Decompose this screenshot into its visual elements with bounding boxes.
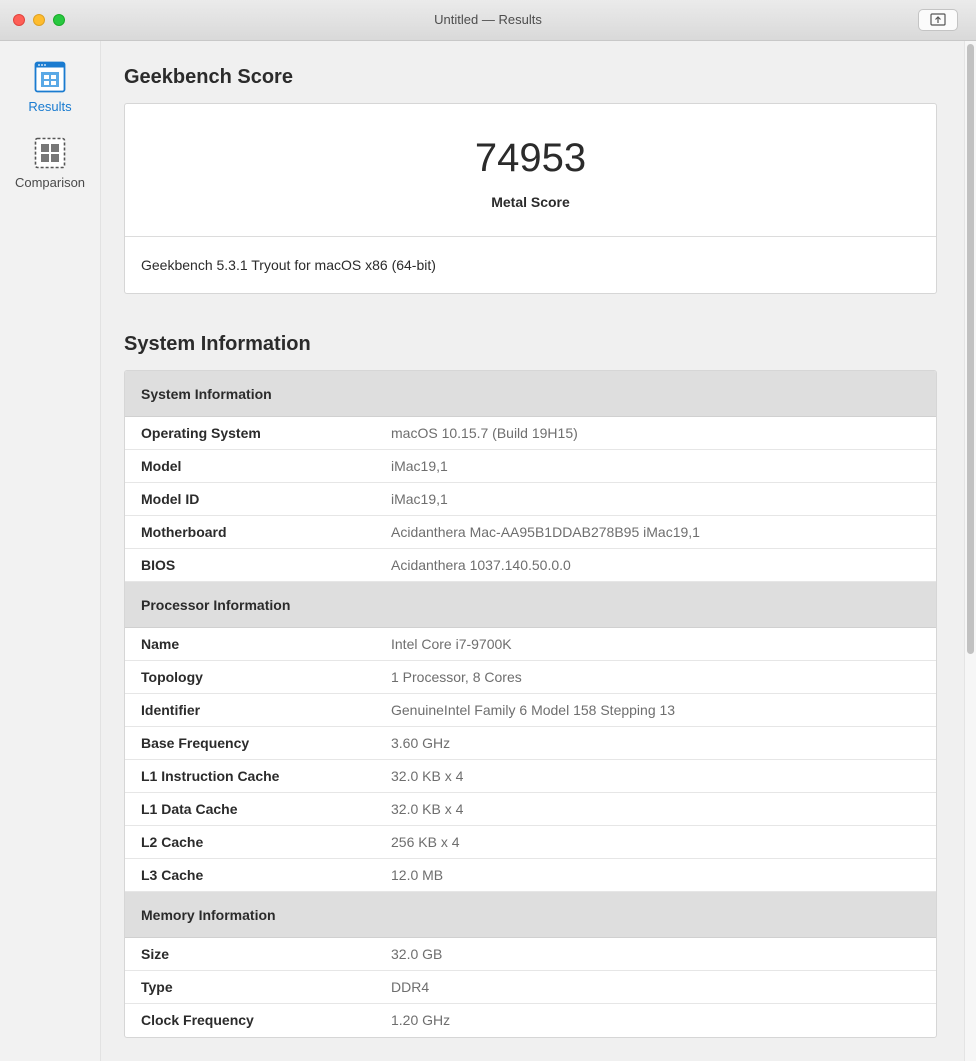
table-row: Clock Frequency 1.20 GHz [125, 1004, 936, 1037]
vertical-scrollbar[interactable] [964, 41, 976, 1061]
row-key: Clock Frequency [141, 1012, 254, 1028]
title-bar[interactable]: Untitled — Results [0, 0, 976, 41]
row-value: macOS 10.15.7 (Build 19H15) [391, 425, 578, 441]
system-information-table: System Information Operating System macOS … [124, 370, 937, 1038]
geekbench-version: Geekbench 5.3.1 Tryout for macOS x86 (64… [141, 257, 436, 273]
row-value: 3.60 GHz [391, 735, 451, 751]
app-window: Untitled — Results Results Comparison Ge… [0, 0, 976, 1061]
row-key: L2 Cache [141, 834, 204, 850]
row-key: Size [141, 946, 170, 962]
table-row: Operating System macOS 10.15.7 (Build 19H… [125, 417, 936, 450]
row-value: Intel Core i7-9700K [391, 636, 512, 652]
row-key: Operating System [141, 425, 261, 441]
row-key: Base Frequency [141, 735, 250, 751]
share-icon [930, 13, 946, 26]
row-value: 1.20 GHz [391, 1012, 451, 1028]
row-key: Motherboard [141, 524, 227, 540]
row-key: Name [141, 636, 180, 652]
sidebar-item-comparison-label: Comparison [14, 175, 86, 190]
row-value: 32.0 GB [391, 946, 443, 962]
table-row: Topology 1 Processor, 8 Cores [125, 661, 936, 694]
score-divider [125, 236, 936, 237]
window-title: Untitled — Results [434, 12, 542, 27]
row-value: 256 KB x 4 [391, 834, 460, 850]
group-header: System Information [125, 371, 936, 417]
row-value: 32.0 KB x 4 [391, 768, 464, 784]
geekbench-score-heading: Geekbench Score [124, 66, 293, 88]
row-value: 32.0 KB x 4 [391, 801, 464, 817]
sidebar-item-results[interactable]: Results [0, 61, 100, 114]
table-row: L1 Data Cache 32.0 KB x 4 [125, 793, 936, 826]
table-row: Model iMac19,1 [125, 450, 936, 483]
share-button[interactable] [918, 9, 958, 31]
table-row: Identifier GenuineIntel Family 6 Model 15… [125, 694, 936, 727]
row-key: L1 Instruction Cache [141, 768, 280, 784]
table-row: Size 32.0 GB [125, 938, 936, 971]
row-key: Model ID [141, 491, 200, 507]
sidebar-item-results-label: Results [28, 99, 72, 114]
table-row: L3 Cache 12.0 MB [125, 859, 936, 892]
row-key: L3 Cache [141, 867, 204, 883]
row-key: BIOS [141, 557, 176, 573]
row-value: iMac19,1 [391, 491, 448, 507]
results-content: Geekbench Score 74953 Metal Score Geekbe… [101, 41, 964, 1061]
row-key: L1 Data Cache [141, 801, 238, 817]
row-value: 1 Processor, 8 Cores [391, 669, 522, 685]
row-key: Type [141, 979, 173, 995]
metal-score-value: 74953 [474, 136, 587, 180]
row-value: Acidanthera Mac-AA95B1DDAB278B95 iMac19,… [391, 524, 700, 540]
system-information-heading: System Information [124, 333, 311, 355]
sidebar-item-comparison[interactable]: Comparison [0, 137, 100, 190]
row-value: GenuineIntel Family 6 Model 158 Stepping… [391, 702, 676, 718]
table-row: Base Frequency 3.60 GHz [125, 727, 936, 760]
group-header: Processor Information [125, 582, 936, 628]
comparison-icon [34, 137, 66, 169]
row-value: Acidanthera 1037.140.50.0.0 [391, 557, 571, 573]
score-card: 74953 Metal Score Geekbench 5.3.1 Tryout… [124, 103, 937, 294]
table-row: Motherboard Acidanthera Mac-AA95B1DDAB278… [125, 516, 936, 549]
group-header: Memory Information [125, 892, 936, 938]
table-row: Name Intel Core i7-9700K [125, 628, 936, 661]
row-value: DDR4 [391, 979, 430, 995]
row-value: 12.0 MB [391, 867, 444, 883]
row-value: iMac19,1 [391, 458, 448, 474]
table-row: Model ID iMac19,1 [125, 483, 936, 516]
row-key: Topology [141, 669, 203, 685]
table-row: Type DDR4 [125, 971, 936, 1004]
table-row: BIOS Acidanthera 1037.140.50.0.0 [125, 549, 936, 582]
sidebar: Results Comparison [0, 41, 101, 1061]
row-key: Identifier [141, 702, 201, 718]
results-icon [34, 61, 66, 93]
metal-score-label: Metal Score [491, 194, 570, 210]
table-row: L1 Instruction Cache 32.0 KB x 4 [125, 760, 936, 793]
row-key: Model [141, 458, 182, 474]
scrollbar-thumb[interactable] [967, 44, 974, 654]
table-row: L2 Cache 256 KB x 4 [125, 826, 936, 859]
